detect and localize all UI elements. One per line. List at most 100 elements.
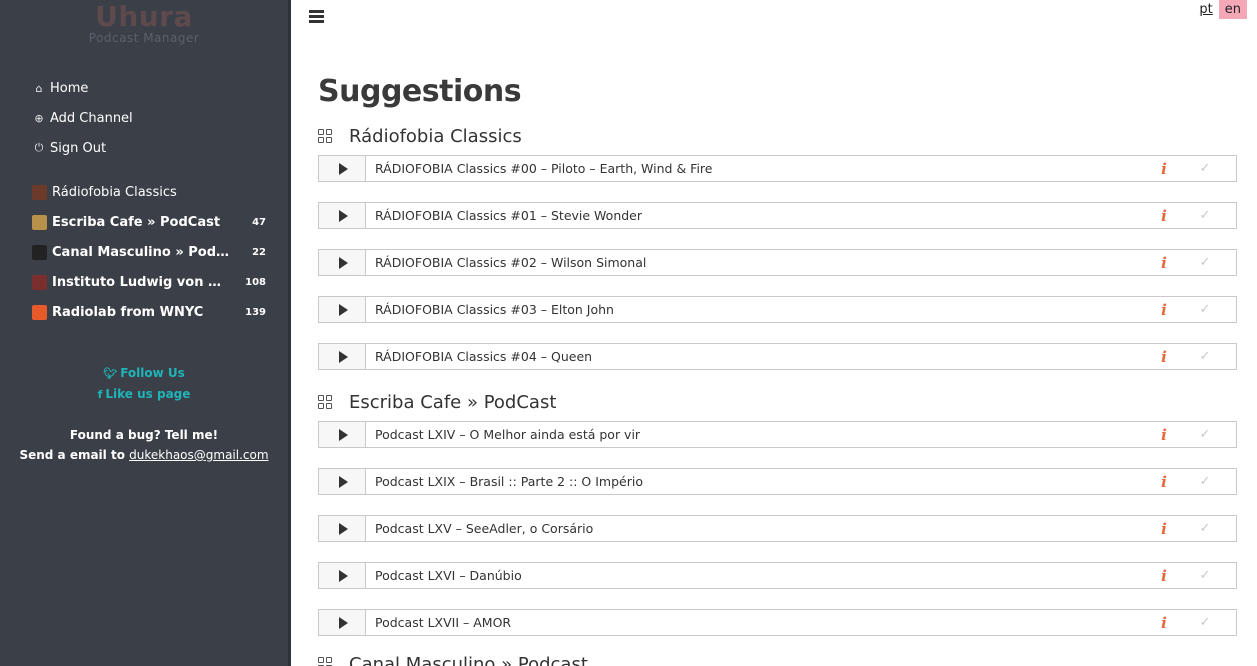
main-content: pt en Suggestions Rádiofobia Classics RÁD… bbox=[294, 0, 1257, 666]
channel-list: Rádiofobia Classics Escriba Cafe » PodCas… bbox=[0, 177, 288, 327]
app-title: Uhura bbox=[95, 0, 193, 33]
play-button[interactable] bbox=[319, 297, 366, 322]
sidebar-channel-item[interactable]: Radiolab from WNYC 139 bbox=[32, 297, 266, 327]
episode-title[interactable]: Podcast LXV – SeeAdler, o Corsário bbox=[366, 521, 1154, 536]
home-icon: ⌂ bbox=[35, 81, 43, 95]
play-button[interactable] bbox=[319, 156, 366, 181]
play-icon bbox=[338, 569, 348, 582]
sidebar-channel-item[interactable]: Rádiofobia Classics bbox=[32, 177, 266, 207]
episode-row: RÁDIOFOBIA Classics #01 – Stevie Wonder i… bbox=[318, 202, 1237, 229]
channel-section: Escriba Cafe » PodCast Podcast LXIV – O M… bbox=[318, 389, 1237, 636]
mark-listened-icon[interactable]: ✓ bbox=[1194, 161, 1216, 176]
episode-title[interactable]: RÁDIOFOBIA Classics #00 – Piloto – Earth… bbox=[366, 161, 1154, 176]
episode-row: Podcast LXVII – AMOR i ✓ bbox=[318, 609, 1237, 636]
play-button[interactable] bbox=[319, 610, 366, 635]
mark-listened-icon[interactable]: ✓ bbox=[1194, 349, 1216, 364]
bug-report: Found a bug? Tell me! Send a email to du… bbox=[0, 425, 288, 465]
info-icon[interactable]: i bbox=[1154, 473, 1174, 491]
play-button[interactable] bbox=[319, 422, 366, 447]
channel-thumbnail bbox=[32, 184, 47, 200]
episode-row: RÁDIOFOBIA Classics #03 – Elton John i ✓ bbox=[318, 296, 1237, 323]
play-button[interactable] bbox=[319, 250, 366, 275]
email-link[interactable]: dukekhaos@gmail.com bbox=[129, 448, 268, 462]
play-icon bbox=[338, 209, 348, 222]
grid-icon bbox=[318, 657, 332, 666]
menu-item-add-channel[interactable]: ⊕ Add Channel bbox=[32, 103, 288, 133]
section-title: Escriba Cafe » PodCast bbox=[349, 391, 557, 413]
menu-item-label: Home bbox=[50, 80, 89, 96]
episode-row: RÁDIOFOBIA Classics #04 – Queen i ✓ bbox=[318, 343, 1237, 370]
channel-thumbnail bbox=[32, 274, 47, 290]
info-icon[interactable]: i bbox=[1154, 301, 1174, 319]
section-header[interactable]: Rádiofobia Classics bbox=[318, 123, 1237, 149]
play-button[interactable] bbox=[319, 516, 366, 541]
sidebar: Uhura Podcast Manager ⌂ Home ⊕ Add Channel… bbox=[0, 0, 291, 666]
play-button[interactable] bbox=[319, 203, 366, 228]
episode-row: RÁDIOFOBIA Classics #00 – Piloto – Earth… bbox=[318, 155, 1237, 182]
language-switcher: pt en bbox=[1193, 0, 1247, 19]
mark-listened-icon[interactable]: ✓ bbox=[1194, 208, 1216, 223]
add-channel-icon: ⊕ bbox=[34, 111, 44, 125]
episode-title[interactable]: RÁDIOFOBIA Classics #03 – Elton John bbox=[366, 302, 1154, 317]
channel-name: Radiolab from WNYC bbox=[52, 304, 204, 320]
play-icon bbox=[338, 428, 348, 441]
sidebar-channel-item[interactable]: Canal Masculino » Podcast 22 bbox=[32, 237, 266, 267]
info-icon[interactable]: i bbox=[1154, 520, 1174, 538]
channel-name: Escriba Cafe » PodCast bbox=[52, 214, 221, 230]
twitter-icon: 🐦︎ bbox=[103, 367, 118, 380]
unread-count-badge: 22 bbox=[252, 246, 266, 258]
logo[interactable]: Uhura Podcast Manager bbox=[0, 0, 288, 46]
power-icon: ⏻ bbox=[34, 141, 44, 154]
episode-title[interactable]: RÁDIOFOBIA Classics #04 – Queen bbox=[366, 349, 1154, 364]
mark-listened-icon[interactable]: ✓ bbox=[1194, 302, 1216, 317]
mark-listened-icon[interactable]: ✓ bbox=[1194, 255, 1216, 270]
unread-count-badge: 47 bbox=[252, 216, 266, 228]
lang-pt[interactable]: pt bbox=[1193, 0, 1218, 19]
episode-row: Podcast LXIV – O Melhor ainda está por v… bbox=[318, 421, 1237, 448]
section-header[interactable]: Escriba Cafe » PodCast bbox=[318, 389, 1237, 415]
info-icon[interactable]: i bbox=[1154, 254, 1174, 272]
play-button[interactable] bbox=[319, 344, 366, 369]
mark-listened-icon[interactable]: ✓ bbox=[1194, 521, 1216, 536]
channel-thumbnail bbox=[32, 214, 47, 230]
mark-listened-icon[interactable]: ✓ bbox=[1194, 615, 1216, 630]
menu-item-label: Add Channel bbox=[50, 110, 133, 126]
play-icon bbox=[338, 303, 348, 316]
info-icon[interactable]: i bbox=[1154, 426, 1174, 444]
menu-item-home[interactable]: ⌂ Home bbox=[32, 73, 288, 103]
channel-section: Canal Masculino » Podcast bbox=[318, 651, 1237, 666]
mark-listened-icon[interactable]: ✓ bbox=[1194, 474, 1216, 489]
facebook-icon: f bbox=[97, 388, 103, 401]
episode-title[interactable]: Podcast LXVI – Danúbio bbox=[366, 568, 1154, 583]
lang-en[interactable]: en bbox=[1218, 0, 1247, 19]
section-title: Canal Masculino » Podcast bbox=[349, 653, 588, 666]
info-icon[interactable]: i bbox=[1154, 567, 1174, 585]
episode-row: Podcast LXIX – Brasil :: Parte 2 :: O Im… bbox=[318, 468, 1237, 495]
sidebar-channel-item[interactable]: Instituto Ludwig von Mises Brasil 108 bbox=[32, 267, 266, 297]
sidebar-channel-item[interactable]: Escriba Cafe » PodCast 47 bbox=[32, 207, 266, 237]
episode-title[interactable]: Podcast LXIV – O Melhor ainda está por v… bbox=[366, 427, 1154, 442]
info-icon[interactable]: i bbox=[1154, 160, 1174, 178]
episode-row: Podcast LXVI – Danúbio i ✓ bbox=[318, 562, 1237, 589]
episode-title[interactable]: Podcast LXIX – Brasil :: Parte 2 :: O Im… bbox=[366, 474, 1154, 489]
info-icon[interactable]: i bbox=[1154, 348, 1174, 366]
mark-listened-icon[interactable]: ✓ bbox=[1194, 568, 1216, 583]
grid-icon bbox=[318, 395, 332, 409]
info-icon[interactable]: i bbox=[1154, 614, 1174, 632]
main-menu: ⌂ Home ⊕ Add Channel ⏻ Sign Out bbox=[0, 73, 288, 163]
section-header[interactable]: Canal Masculino » Podcast bbox=[318, 651, 1237, 666]
play-button[interactable] bbox=[319, 469, 366, 494]
episode-title[interactable]: RÁDIOFOBIA Classics #01 – Stevie Wonder bbox=[366, 208, 1154, 223]
twitter-link[interactable]: 🐦︎ Follow Us bbox=[0, 363, 288, 384]
menu-toggle-icon[interactable] bbox=[309, 10, 324, 23]
menu-item-sign-out[interactable]: ⏻ Sign Out bbox=[32, 133, 288, 163]
episode-title[interactable]: RÁDIOFOBIA Classics #02 – Wilson Simonal bbox=[366, 255, 1154, 270]
info-icon[interactable]: i bbox=[1154, 207, 1174, 225]
episode-title[interactable]: Podcast LXVII – AMOR bbox=[366, 615, 1154, 630]
episode-row: RÁDIOFOBIA Classics #02 – Wilson Simonal… bbox=[318, 249, 1237, 276]
mark-listened-icon[interactable]: ✓ bbox=[1194, 427, 1216, 442]
facebook-link[interactable]: f Like us page bbox=[0, 384, 288, 405]
menu-item-label: Sign Out bbox=[50, 140, 107, 156]
social-links: 🐦︎ Follow Us f Like us page bbox=[0, 363, 288, 405]
play-button[interactable] bbox=[319, 563, 366, 588]
